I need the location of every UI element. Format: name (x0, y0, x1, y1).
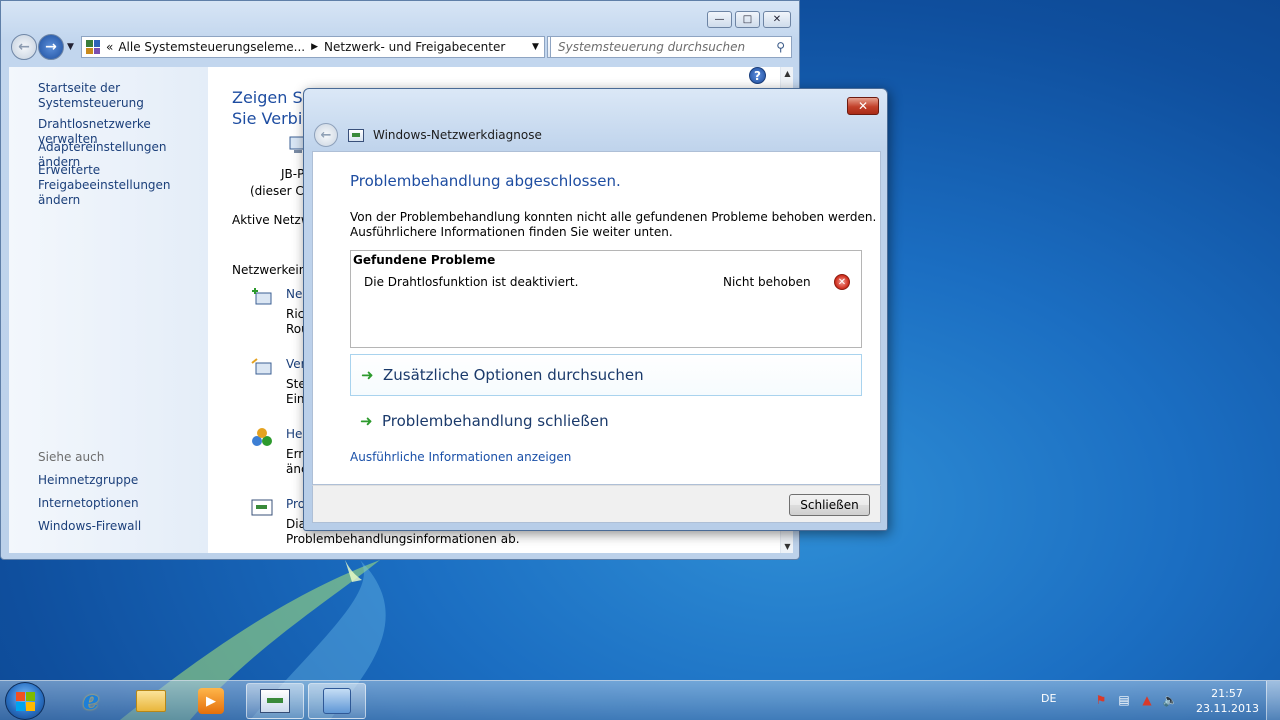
arrow-right-icon: ➜ (361, 366, 374, 384)
sidebar: Startseite der Systemsteuerung Drahtlosn… (9, 67, 208, 553)
dialog-heading: Problembehandlung abgeschlossen. (350, 172, 621, 190)
address-bar[interactable]: « Alle Systemsteuerungseleme... ▶ Netzwe… (81, 36, 545, 58)
minimize-button[interactable]: — (707, 11, 732, 28)
description-line-2: Ausführlichere Informationen finden Sie … (350, 225, 673, 239)
active-networks-heading: Aktive Netzw (232, 213, 311, 227)
sidebar-item-advanced-sharing-line2[interactable]: Freigabeeinstellungen ändern (38, 178, 208, 208)
view-details-link[interactable]: Ausführliche Informationen anzeigen (350, 450, 571, 464)
computer-sub: (dieser Co (250, 184, 312, 198)
search-placeholder: Systemsteuerung durchsuchen (558, 40, 746, 54)
description-line-1: Von der Problembehandlung konnten nicht … (350, 210, 877, 224)
breadcrumb-network-center[interactable]: Netzwerk- und Freigabecenter (324, 40, 505, 54)
explore-options-button[interactable]: ➜ Zusätzliche Optionen durchsuchen (350, 354, 862, 396)
taskbar-network-diagnostics[interactable] (246, 683, 304, 719)
error-icon: ✕ (834, 274, 850, 290)
maximize-button[interactable]: □ (735, 11, 760, 28)
close-troubleshooter-button[interactable]: ➜ Problembehandlung schließen (350, 400, 862, 442)
start-button[interactable] (5, 682, 45, 720)
device-icon[interactable]: ▤ (1116, 693, 1132, 707)
control-panel-icon (86, 40, 100, 54)
sidebar-item-homegroup[interactable]: Heimnetzgruppe (38, 473, 138, 488)
close-button[interactable]: Schließen (789, 494, 870, 516)
problems-heading: Gefundene Probleme (353, 253, 496, 267)
clock-date: 23.11.2013 (1196, 702, 1259, 715)
close-window-button[interactable]: ✕ (763, 11, 791, 28)
language-indicator[interactable]: DE (1041, 692, 1056, 705)
internet-explorer-icon: e (82, 686, 100, 716)
network-diagnostics-dialog: ✕ ← Windows-Netzwerkdiagnose Problembeha… (303, 88, 888, 531)
troubleshoot-icon (250, 497, 274, 519)
sidebar-item-advanced-sharing[interactable]: Erweiterte (38, 163, 100, 178)
dialog-close-icon[interactable]: ✕ (847, 97, 879, 115)
recent-pages-dropdown-icon[interactable]: ▼ (67, 42, 74, 52)
network-diagnostics-icon (348, 128, 364, 142)
help-button[interactable]: ? (749, 67, 766, 84)
network-diagnostics-icon (260, 689, 290, 713)
dialog-description: Von der Problembehandlung konnten nicht … (350, 210, 876, 240)
arrow-right-icon: ➜ (360, 412, 373, 430)
sidebar-item-internet-options[interactable]: Internetoptionen (38, 496, 139, 511)
problems-list: Gefundene Probleme Die Drahtlosfunktion … (350, 250, 862, 348)
homegroup-icon (250, 427, 274, 449)
dialog-back-button[interactable]: ← (314, 123, 338, 147)
close-troubleshooter-label: Problembehandlung schließen (382, 412, 609, 430)
window-caption-buttons: — □ ✕ (707, 11, 791, 28)
dialog-header: ← Windows-Netzwerkdiagnose (312, 119, 881, 151)
control-panel-icon (323, 688, 351, 714)
sidebar-item-home[interactable]: Startseite der Systemsteuerung (38, 81, 208, 111)
breadcrumb-all-items[interactable]: Alle Systemsteuerungseleme... (118, 40, 305, 54)
problem-status: Nicht behoben (723, 275, 811, 289)
see-also-heading: Siehe auch (38, 450, 105, 464)
scroll-up-icon[interactable]: ▲ (781, 69, 794, 78)
system-tray: ⚑ ▤ ▲ 🔈 (1093, 693, 1178, 707)
forward-button[interactable]: → (38, 34, 64, 60)
scroll-down-icon[interactable]: ▼ (781, 542, 794, 551)
network-disconnected-icon[interactable]: ▲ (1139, 693, 1155, 707)
search-icon[interactable]: ⚲ (776, 40, 785, 54)
dialog-content: Problembehandlung abgeschlossen. Von der… (312, 151, 881, 485)
taskbar-explorer[interactable] (122, 683, 180, 719)
breadcrumb-overflow[interactable]: « (106, 40, 113, 54)
dialog-footer: Schließen (312, 485, 881, 523)
taskbar-media-player[interactable]: ▶ (182, 683, 240, 719)
problem-name: Die Drahtlosfunktion ist deaktiviert. (364, 275, 579, 289)
dialog-title: Windows-Netzwerkdiagnose (373, 128, 542, 142)
taskbar-control-panel[interactable] (308, 683, 366, 719)
taskbar-internet-explorer[interactable]: e (62, 683, 120, 719)
explore-options-label: Zusätzliche Optionen durchsuchen (383, 366, 644, 384)
navigation-bar: ← → ▼ « Alle Systemsteuerungseleme... ▶ … (9, 34, 793, 60)
back-button[interactable]: ← (11, 34, 37, 60)
search-input[interactable]: Systemsteuerung durchsuchen ⚲ (550, 36, 792, 58)
sidebar-item-windows-firewall[interactable]: Windows-Firewall (38, 519, 141, 534)
computer-name: JB-P (281, 167, 305, 181)
connect-network-icon (250, 357, 274, 379)
taskbar: e ▶ DE ⚑ ▤ ▲ 🔈 21:57 23.11.2013 (0, 680, 1280, 720)
media-player-icon: ▶ (198, 688, 224, 714)
breadcrumb-separator-icon[interactable]: ▶ (311, 42, 318, 52)
show-desktop-button[interactable] (1266, 681, 1280, 720)
task-troubleshoot-desc2: Problembehandlungsinformationen ab. (286, 532, 520, 546)
address-dropdown-icon[interactable]: ▼ (526, 42, 544, 52)
clock-time: 21:57 (1211, 687, 1243, 700)
new-connection-icon (250, 287, 274, 309)
folder-icon (136, 690, 166, 712)
action-center-icon[interactable]: ⚑ (1093, 693, 1109, 707)
clock[interactable]: 21:57 23.11.2013 (1196, 686, 1259, 716)
volume-icon[interactable]: 🔈 (1162, 693, 1178, 707)
